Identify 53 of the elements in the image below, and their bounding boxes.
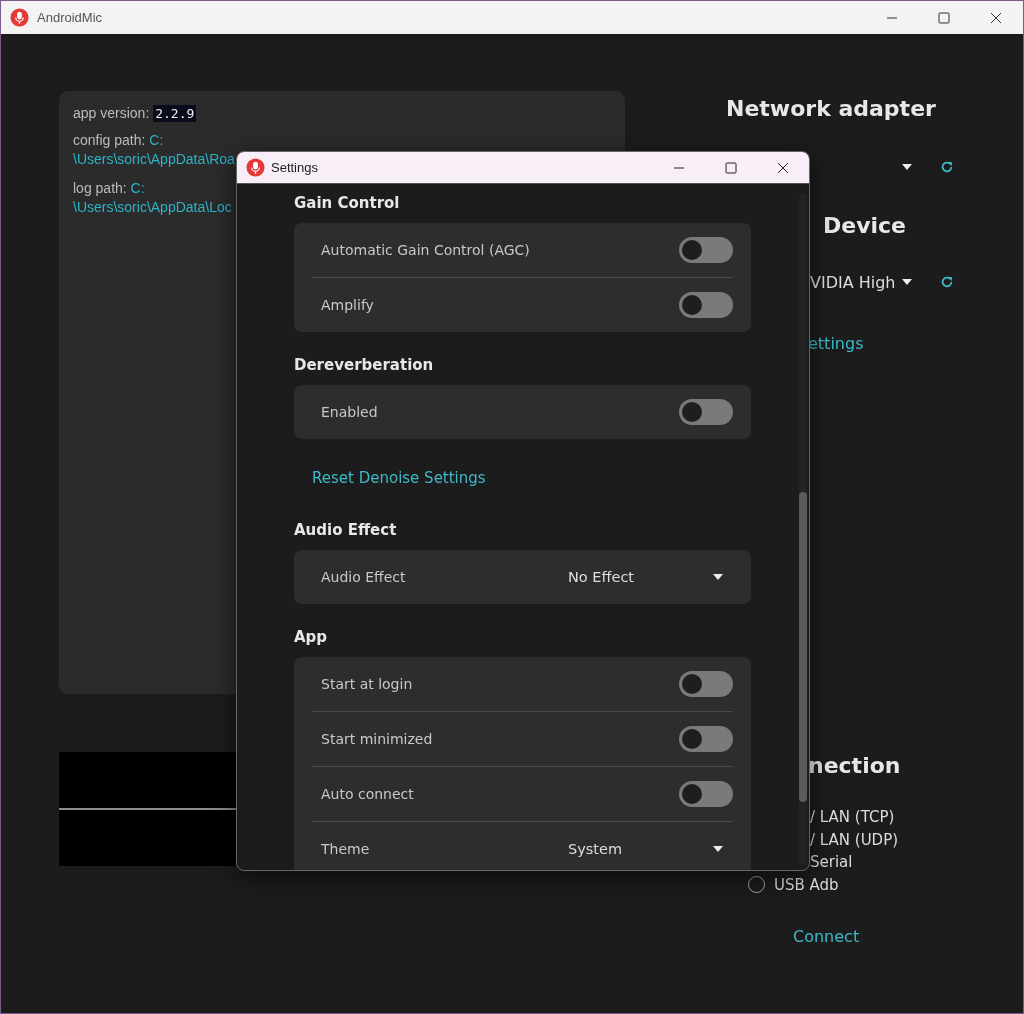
config-path: \Users\soric\AppData\Roa [73, 150, 235, 169]
section-heading: Audio Effect [294, 523, 398, 537]
refresh-icon[interactable] [940, 275, 954, 289]
section-heading: App [294, 630, 329, 644]
dropdown-arrow-icon[interactable] [713, 574, 723, 580]
connection-option[interactable]: USB Adb [774, 875, 839, 894]
settings-link[interactable]: ettings [808, 334, 864, 353]
setting-label: Start at login [321, 676, 413, 692]
refresh-icon[interactable] [940, 160, 954, 174]
log-path: C: [130, 180, 145, 196]
window-title: Settings [271, 160, 318, 175]
connection-option[interactable]: / LAN (UDP) [810, 830, 899, 849]
dropdown-arrow-icon[interactable] [713, 846, 723, 852]
toggle-switch[interactable] [679, 671, 733, 697]
microphone-logo-icon [246, 158, 265, 177]
maximize-icon[interactable] [725, 161, 737, 174]
window-title: AndroidMic [37, 10, 103, 25]
connection-option[interactable]: / LAN (TCP) [810, 808, 895, 827]
toggle-switch[interactable] [679, 399, 733, 425]
setting-label: Enabled [321, 404, 378, 420]
dropdown-value[interactable]: No Effect [568, 569, 635, 585]
setting-label: Auto connect [321, 786, 414, 802]
section-heading: Dereverberation [294, 358, 435, 372]
setting-label: Audio Effect [321, 569, 406, 585]
version-number: 2.2.9 [153, 105, 197, 122]
config-path: C: [149, 132, 164, 148]
setting-label: Start minimized [321, 731, 433, 747]
dropdown-arrow-icon[interactable] [902, 279, 912, 285]
config-path-label: config path: [73, 132, 146, 148]
toggle-switch[interactable] [679, 726, 733, 752]
reset-link[interactable]: Reset Denoise Settings [312, 469, 486, 487]
maximize-icon[interactable] [938, 11, 950, 24]
version-label: app version: [73, 105, 150, 121]
connect-button[interactable]: Connect [793, 927, 860, 946]
close-icon[interactable] [777, 161, 789, 174]
section-heading: Gain Control [294, 196, 401, 210]
toggle-switch[interactable] [679, 292, 733, 318]
log-path: \Users\soric\AppData\Loc [73, 198, 232, 217]
toggle-switch[interactable] [679, 237, 733, 263]
dropdown-value[interactable]: System [568, 841, 623, 857]
scrollbar-thumb[interactable] [799, 492, 807, 802]
setting-label: Amplify [321, 297, 374, 313]
setting-label: Theme [321, 841, 370, 857]
connection-option[interactable]: Serial [810, 853, 853, 872]
close-icon[interactable] [990, 11, 1002, 24]
toggle-switch[interactable] [679, 781, 733, 807]
log-path-label: log path: [73, 180, 127, 196]
microphone-logo-icon [10, 8, 29, 27]
section-heading: Device [822, 213, 908, 238]
section-heading: nection [807, 753, 902, 778]
setting-label: Automatic Gain Control (AGC) [321, 242, 530, 258]
section-heading: Network adapter [726, 96, 937, 121]
dropdown-arrow-icon[interactable] [902, 164, 912, 170]
